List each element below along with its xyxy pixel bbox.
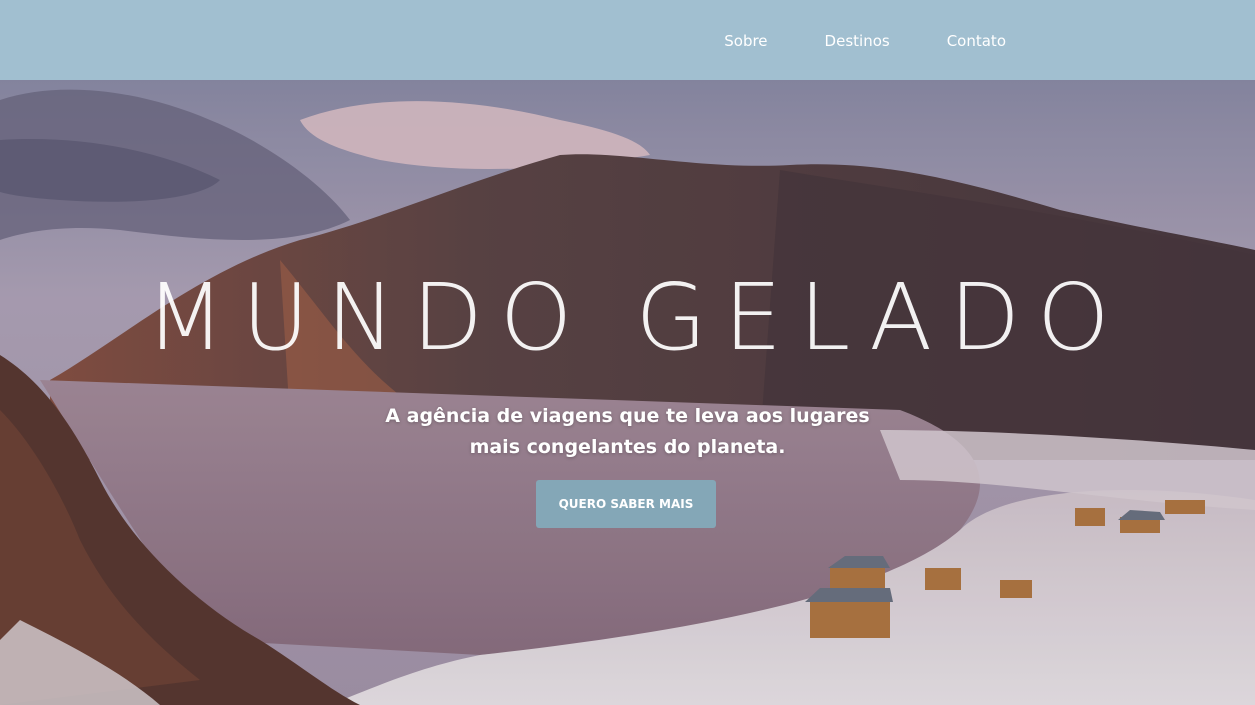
nav-item-sobre: Sobre: [724, 31, 767, 50]
hero-background-image: [0, 80, 1255, 705]
nav-menu: Sobre Destinos Contato: [724, 0, 1006, 80]
hero-section: MUNDO GELADO A agência de viagens que te…: [0, 80, 1255, 705]
nav-link-destinos[interactable]: Destinos: [825, 32, 890, 50]
nav-item-contato: Contato: [947, 31, 1006, 50]
nav-item-destinos: Destinos: [825, 31, 890, 50]
nav-link-contato[interactable]: Contato: [947, 32, 1006, 50]
hero-title: MUNDO GELADO: [145, 264, 1127, 371]
quero-saber-mais-button[interactable]: QUERO SABER MAIS: [536, 480, 716, 528]
nav-link-sobre[interactable]: Sobre: [724, 32, 767, 50]
navbar: Sobre Destinos Contato: [0, 0, 1255, 80]
hero-subtitle: A agência de viagens que te leva aos lug…: [385, 405, 870, 458]
